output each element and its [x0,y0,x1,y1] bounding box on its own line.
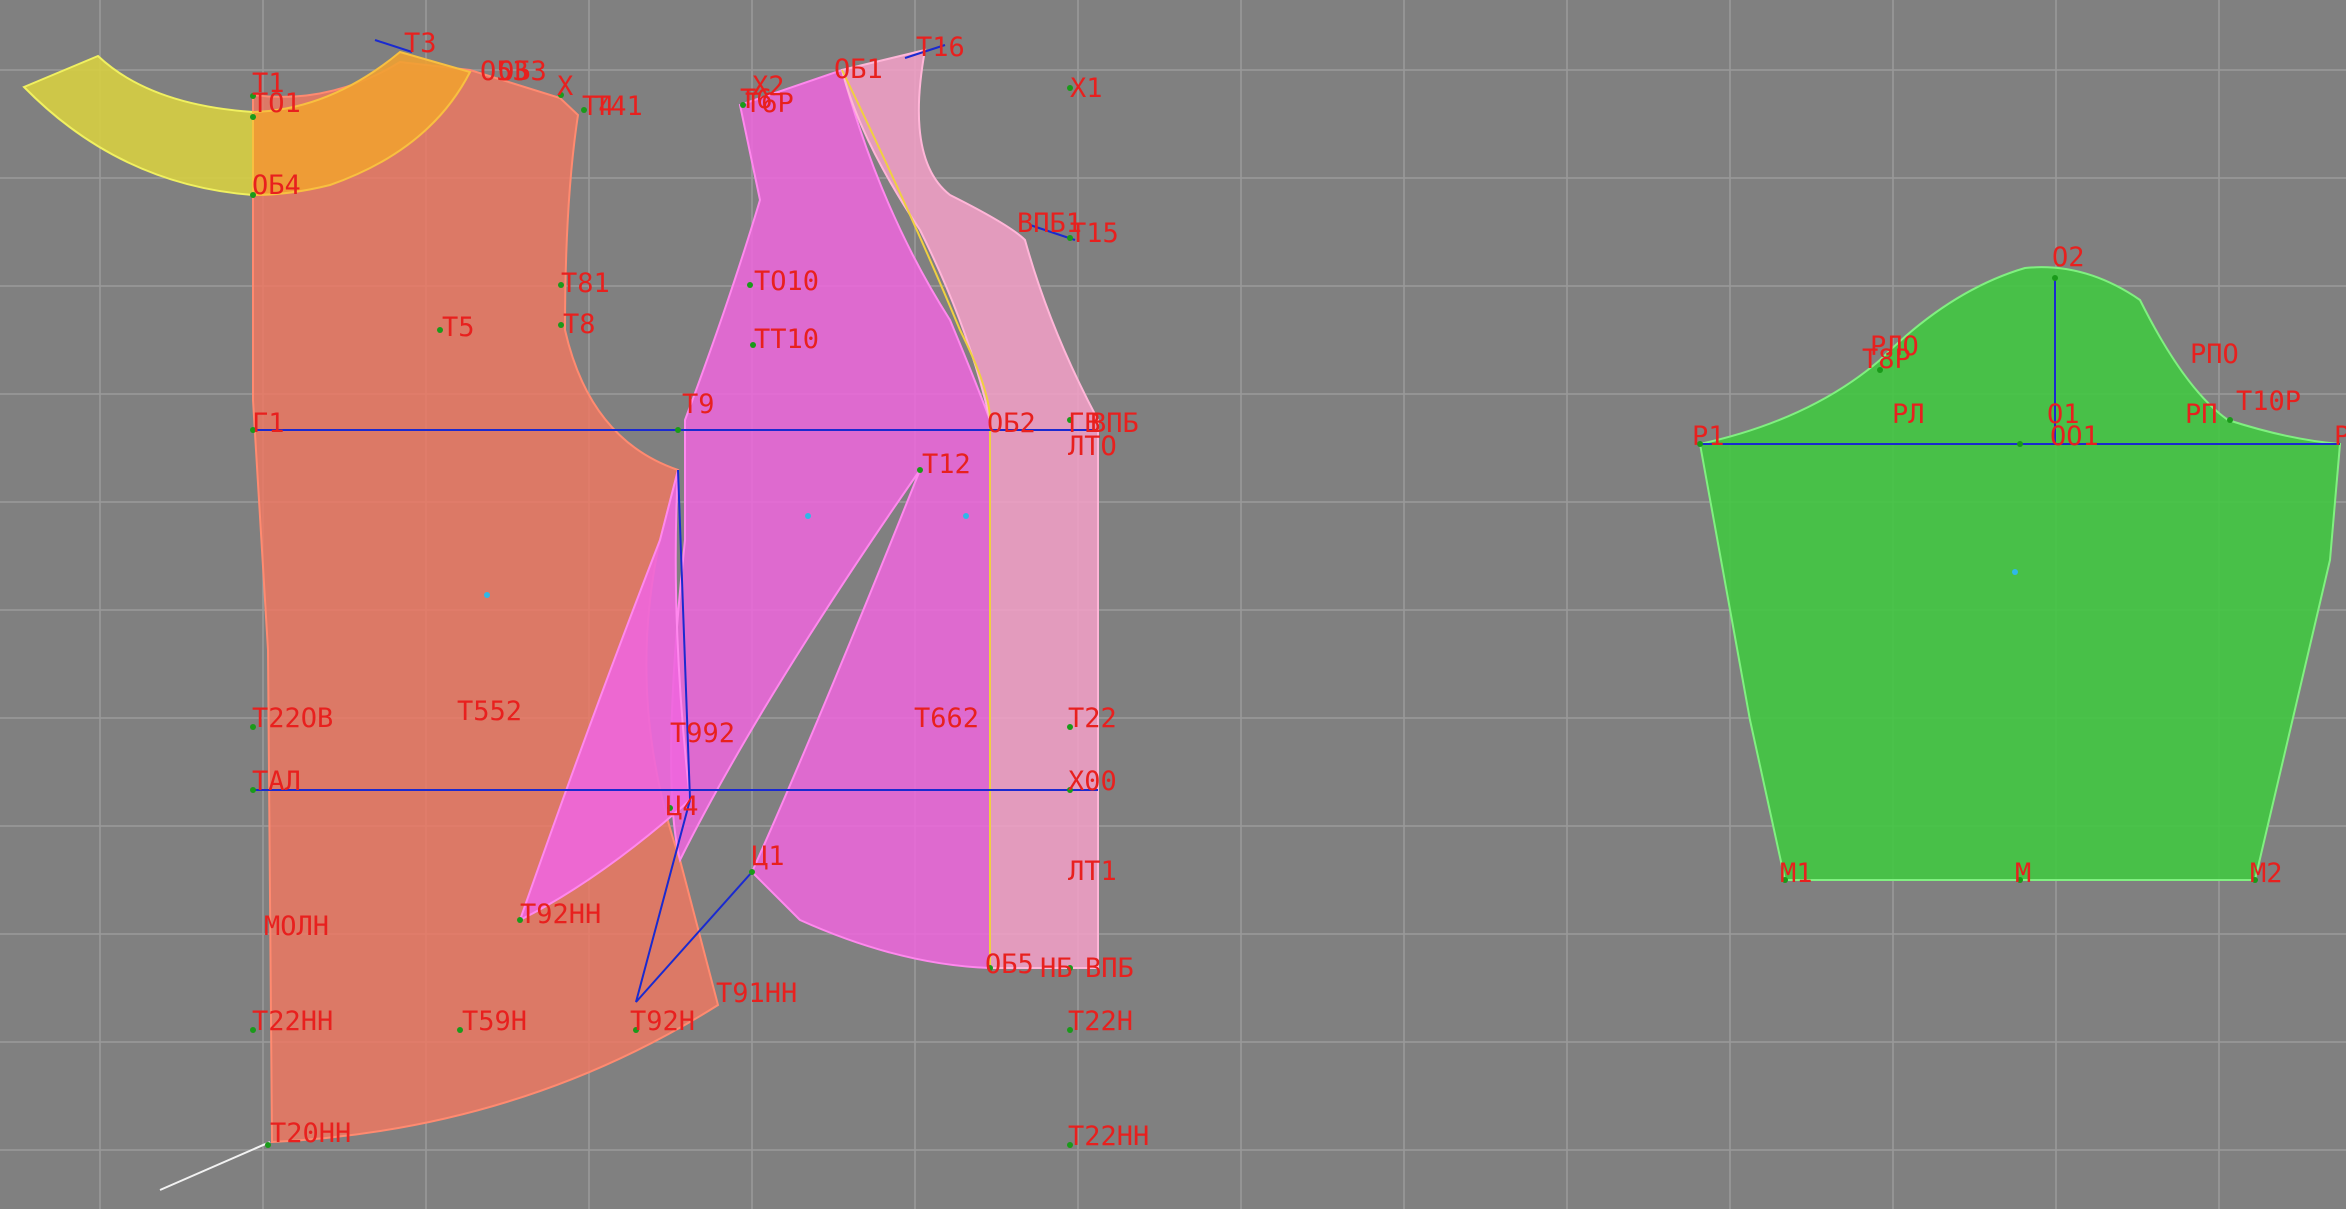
label-T92N: T92H [630,1006,695,1037]
label-X: X [557,71,573,102]
label-T3: T3 [404,28,437,59]
label-TAL: TAЛ [252,766,301,797]
label-OB5: OБ5 [985,949,1034,980]
label-T12: T12 [922,449,971,480]
label-T10P: T10P [2236,386,2301,417]
label-T8P: T8P [1862,344,1911,375]
label-MOLN: MOЛH [264,911,329,942]
label-M1: M1 [1780,858,1813,889]
label-NB: HБ [1040,953,1073,984]
label-RPO: PПO [2190,339,2239,370]
label-T22NN: T22HH [1068,1121,1149,1152]
label-O2: O2 [2052,242,2085,273]
label-T22: T22 [1068,703,1117,734]
label-OB3: OБ3 [498,56,547,87]
label-T20NN: T20HH [270,1118,351,1149]
label-X1: X1 [1070,73,1103,104]
label-TT10: TT10 [754,324,819,355]
label-M2: M2 [2250,858,2283,889]
label-RP: PП [2185,399,2218,430]
label-T15: T15 [1070,218,1119,249]
label-T41: T41 [594,91,643,122]
label-T010: TO10 [754,266,819,297]
label-T6P: T6P [745,88,794,119]
label-C1: Ц1 [752,841,785,872]
label-OB2: OБ2 [987,408,1036,439]
label-RL: PЛ [1892,399,1925,430]
label-T22N: T22H [1068,1006,1133,1037]
pattern-canvas[interactable]: T1 TO1 T3 O53 OБ3 X T4 T41 X2 T6 T6P OБ1… [0,0,2346,1209]
label-M: M [2015,858,2031,889]
label-T662: T662 [914,703,979,734]
label-T16: T16 [916,32,965,63]
label-T9: T9 [682,389,715,420]
label-OB1: OБ1 [834,54,883,85]
label-P-right: P [2334,421,2346,452]
label-T91NN: T91HH [716,978,797,1009]
label-LT0: ЛТО [1068,431,1117,462]
label-T22NH: T22HH [252,1006,333,1037]
label-G1: Г1 [252,408,285,439]
label-O01: OO1 [2050,421,2099,452]
label-VPB-low: BПБ [1085,953,1134,984]
label-T552: T552 [457,696,522,727]
label-X00: X00 [1068,766,1117,797]
label-LT1: ЛT1 [1068,856,1117,887]
label-T22OB: T22OB [252,703,333,734]
label-T81: T81 [561,268,610,299]
label-C4: Ц4 [666,791,699,822]
label-T92NN: T92HH [520,899,601,930]
label-T992: T992 [670,718,735,749]
label-TO1: TO1 [252,88,301,119]
label-T59N: T59H [462,1006,527,1037]
label-T8: T8 [563,309,596,340]
label-R1: P1 [1692,421,1725,452]
label-OB4: OБ4 [252,170,301,201]
label-T5: T5 [442,312,475,343]
